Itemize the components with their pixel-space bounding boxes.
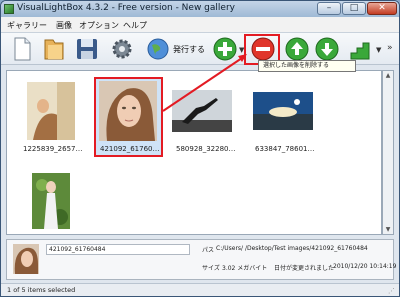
modified-label: 日付が変更されました [274, 265, 335, 272]
app-window: VisualLightBox 4.3.2 - Free version - Ne… [0, 0, 400, 297]
modified-value: 2010/12/20 10:14:19 [333, 263, 397, 270]
status-text: 1 of 5 items selected [7, 286, 76, 294]
size-value: 3.02 メガバイト [222, 265, 268, 272]
resize-grip-icon[interactable]: ⋰ [388, 287, 395, 295]
status-bar: 1 of 5 items selected ⋰ [1, 283, 399, 296]
details-thumbnail [13, 244, 39, 274]
path-value: C:/Users/ /Desktop/Test images/421092_61… [216, 245, 368, 252]
details-name-field[interactable]: 421092_61760484 [46, 244, 190, 255]
size-label: サイズ [202, 265, 220, 272]
delete-tooltip: 選択した画像を削除する [258, 60, 356, 72]
path-label: パス [202, 247, 215, 254]
